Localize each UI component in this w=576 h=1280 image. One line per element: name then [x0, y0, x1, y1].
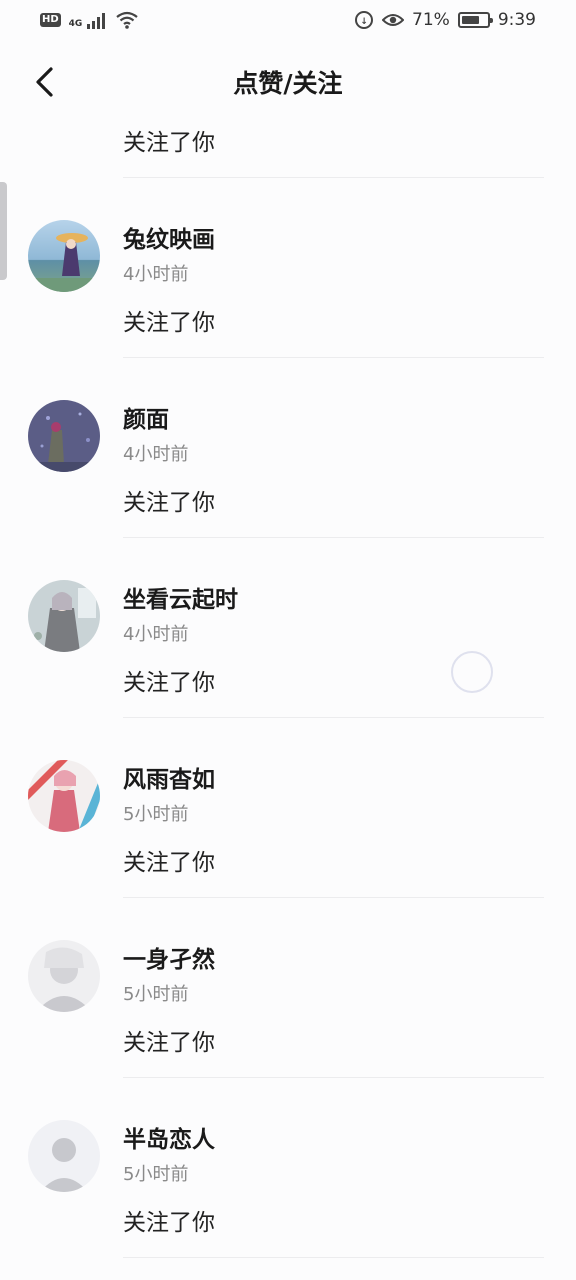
loading-spinner	[451, 651, 493, 693]
timestamp: 4小时前	[123, 624, 189, 645]
avatar[interactable]	[28, 400, 100, 472]
action-text: 关注了你	[123, 490, 215, 516]
username[interactable]: 风雨杳如	[123, 760, 215, 794]
username[interactable]: 坐看云起时	[123, 580, 238, 614]
avatar[interactable]	[28, 940, 100, 1012]
action-text: 关注了你	[123, 670, 215, 696]
list-item[interactable]: 兔纹映画 4小时前 关注了你	[0, 178, 576, 358]
list-item[interactable]: 风雨杳如 5小时前 关注了你	[0, 718, 576, 898]
list-item[interactable]: 一身孑然 5小时前 关注了你	[0, 898, 576, 1078]
username[interactable]: 一身孑然	[123, 940, 215, 974]
action-text: 关注了你	[123, 1030, 215, 1056]
username[interactable]: 半岛恋人	[123, 1120, 215, 1154]
avatar[interactable]	[28, 220, 100, 292]
avatar[interactable]	[28, 580, 100, 652]
list-item[interactable]: 半岛恋人 5小时前 关注了你	[0, 1078, 576, 1258]
username[interactable]: 颜面	[123, 400, 169, 434]
avatar[interactable]	[28, 760, 100, 832]
timestamp: 4小时前	[123, 264, 189, 285]
action-text: 关注了你	[123, 310, 215, 336]
timestamp: 5小时前	[123, 984, 189, 1005]
timestamp: 4小时前	[123, 444, 189, 465]
username[interactable]: 兔纹映画	[123, 220, 215, 254]
action-text: 关注了你	[123, 850, 215, 876]
list-item[interactable]: 关注了你	[0, 0, 576, 178]
list-item[interactable]: 坐看云起时 4小时前 关注了你	[0, 538, 576, 718]
list-item[interactable]: 颜面 4小时前 关注了你	[0, 358, 576, 538]
timestamp: 5小时前	[123, 804, 189, 825]
divider	[123, 1257, 544, 1258]
avatar[interactable]	[28, 1120, 100, 1192]
action-text: 关注了你	[123, 130, 215, 156]
action-text: 关注了你	[123, 1210, 215, 1236]
timestamp: 5小时前	[123, 1164, 189, 1185]
